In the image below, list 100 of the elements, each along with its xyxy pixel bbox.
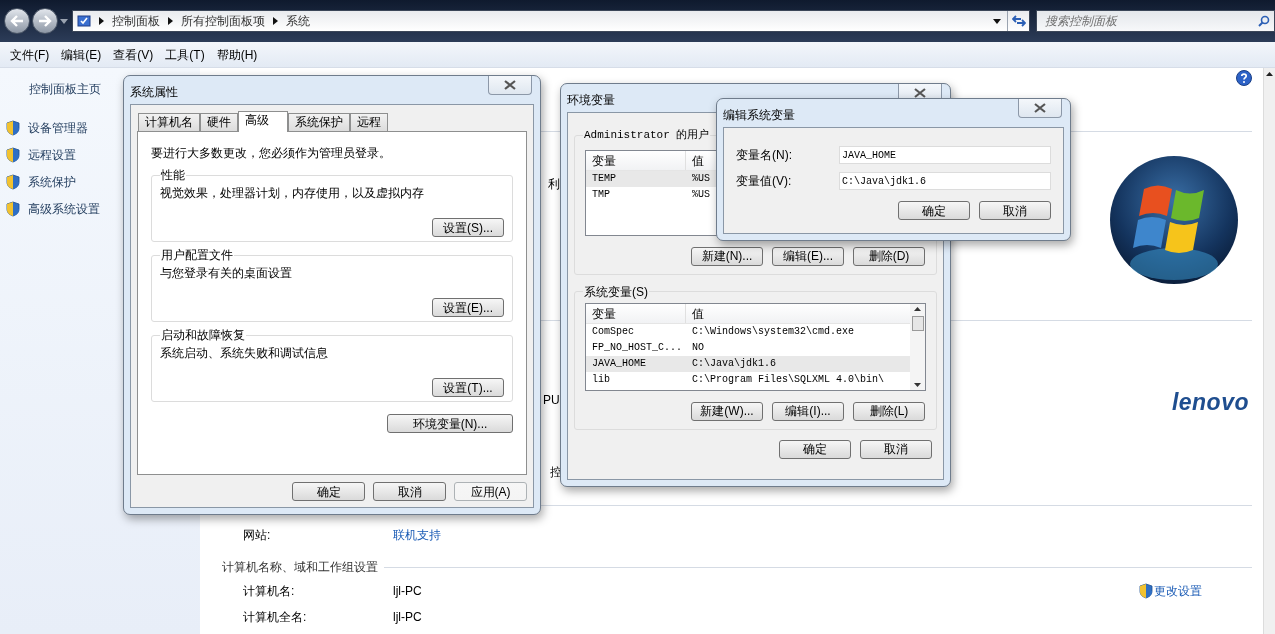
close-button[interactable] [488,76,532,95]
dialog-button[interactable]: 确定 [779,439,851,459]
partial-text: PU [543,392,560,409]
sidebar-link[interactable]: 系统保护 [28,173,76,191]
scroll-up-icon[interactable] [1266,72,1273,76]
field-label: 计算机全名: [243,608,308,626]
breadcrumb-item[interactable]: 所有控制面板项 [181,12,265,30]
support-link[interactable]: 联机支持 [393,525,441,544]
dialog-button[interactable]: 取消 [860,439,932,459]
shield-icon [1139,582,1153,599]
variable-name: lib [591,373,611,387]
variable-button[interactable]: 新建(N)... [691,246,763,266]
field-label: 变量值(V): [736,173,793,190]
variable-value: C:\Windows\system32\cmd.exe [691,325,855,339]
sidebar-link[interactable]: 高级系统设置 [28,200,100,218]
forward-button[interactable] [32,8,58,34]
partial-text: 利 [548,176,560,193]
variable-button[interactable]: 删除(D) [853,246,925,266]
close-icon [914,88,926,98]
admin-note: 要进行大多数更改，您必须作为管理员登录。 [151,145,392,162]
sidebar-link[interactable]: 远程设置 [28,146,76,164]
tab[interactable]: 计算机名 [138,113,200,131]
dropdown-icon[interactable] [60,18,68,24]
group-description: 视觉效果，处理器计划，内存使用，以及虚拟内存 [160,185,425,202]
input-field[interactable]: C:\Java\jdk1.6 [839,172,1051,190]
chevron-right-icon[interactable] [273,17,278,25]
close-icon [504,80,516,90]
field-label: 计算机名: [243,582,296,600]
chevron-right-icon[interactable] [168,17,173,25]
search-placeholder: 搜索控制面板 [1045,13,1119,30]
variable-value: NO [691,341,704,355]
scroll-thumb[interactable] [911,315,924,331]
column-header[interactable]: 变量 [586,150,686,170]
menu-item[interactable]: 工具(T) [159,45,211,64]
variable-name: TEMP [591,172,617,186]
refresh-icon [1011,15,1026,27]
search-field[interactable]: 搜索控制面板 [1036,10,1275,32]
back-button[interactable] [4,8,30,34]
column-header[interactable]: 变量 [586,303,686,323]
variable-name: TMP [591,188,611,202]
settings-button[interactable]: 设置(T)... [432,378,504,397]
group-title: Administrator 的用户 [583,128,711,143]
menu-item[interactable]: 帮助(H) [210,45,264,64]
section-title: 计算机名称、域和工作组设置 [222,559,378,576]
scroll-up-icon[interactable] [914,306,921,311]
chevron-right-icon[interactable] [99,17,104,25]
input-field[interactable]: JAVA_HOME [839,146,1051,164]
field-label: 网站: [243,526,272,544]
tab[interactable]: 远程 [350,113,388,131]
arrow-left-icon [10,15,24,27]
dialog-button[interactable]: 取消 [373,482,446,501]
variable-button[interactable]: 新建(W)... [691,401,763,421]
tab[interactable]: 系统保护 [288,113,350,131]
arrow-right-icon [38,15,52,27]
sidebar-link[interactable]: 设备管理器 [28,119,88,137]
dialog-button[interactable]: 确定 [292,482,365,501]
variable-button[interactable]: 删除(L) [853,401,925,421]
tab[interactable]: 高级 [238,111,288,132]
shield-icon [6,201,20,217]
menu-item[interactable]: 查看(V) [107,45,160,64]
variable-value: C:\Program Files\SQLXML 4.0\bin\ [691,373,885,387]
menu-item[interactable]: 文件(F) [4,45,56,64]
breadcrumb-item[interactable]: 控制面板 [112,12,160,30]
variable-name: FP_NO_HOST_C... [591,341,683,355]
oem-logo: lenovo [1171,388,1249,417]
variable-name: ComSpec [591,325,635,339]
group-title: 启动和故障恢复 [160,327,246,344]
shield-icon [6,174,20,190]
address-bar[interactable]: 控制面板 所有控制面板项 系统 [72,10,1030,32]
variable-name: JAVA_HOME [591,357,647,371]
scroll-down-icon[interactable] [914,382,921,387]
search-icon [1258,15,1270,27]
dialog-button[interactable]: 取消 [979,201,1051,220]
variable-button[interactable]: 编辑(I)... [772,401,844,421]
group-description: 系统启动、系统失败和调试信息 [160,345,329,362]
column-header[interactable]: 值 [686,303,910,323]
tab[interactable]: 硬件 [200,113,238,131]
help-icon[interactable] [1236,70,1252,86]
dialog-button[interactable]: 确定 [898,201,970,220]
group-title: 性能 [160,167,186,184]
breadcrumb-item[interactable]: 系统 [286,12,310,30]
variable-value: C:\Java\jdk1.6 [691,357,776,371]
control-panel-icon [77,14,91,28]
field-value: ljl-PC [393,608,422,626]
change-settings-link[interactable]: 更改设置 [1154,581,1202,600]
settings-button[interactable]: 设置(E)... [432,298,504,317]
menu-item[interactable]: 编辑(E) [55,45,108,64]
variable-value: %US [691,188,710,202]
variable-value: %US [691,172,710,186]
refresh-button[interactable] [1007,11,1029,31]
shield-icon [6,120,20,136]
environment-variables-button[interactable]: 环境变量(N)... [387,414,513,433]
close-button[interactable] [1018,99,1062,118]
dropdown-icon[interactable] [993,18,1001,24]
scrollbar[interactable] [910,303,925,390]
close-icon [1034,103,1046,113]
variable-button[interactable]: 编辑(E)... [772,246,844,266]
settings-button[interactable]: 设置(S)... [432,218,504,237]
field-label: 变量名(N): [736,147,793,164]
scrollbar[interactable] [1263,68,1275,634]
